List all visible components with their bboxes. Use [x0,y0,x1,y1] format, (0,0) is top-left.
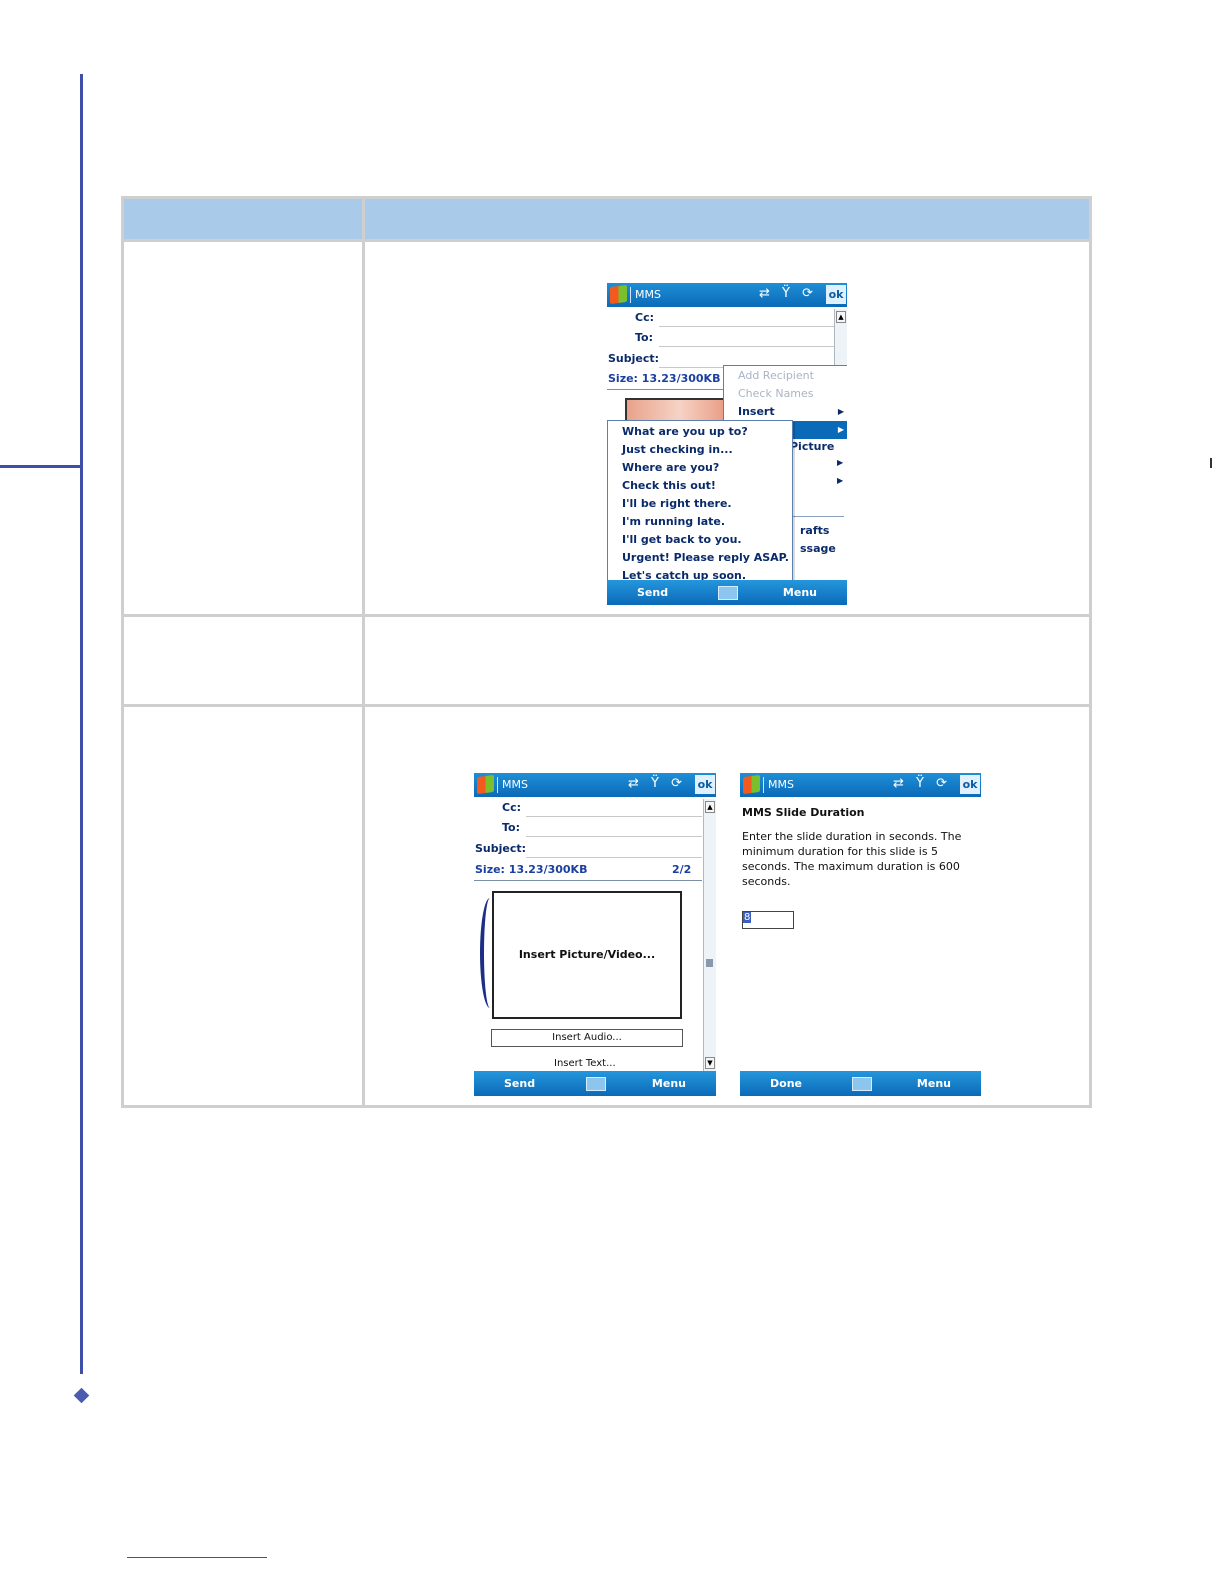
my-text-item[interactable]: I'll be right there. [608,495,792,513]
cc-label: Cc: [635,311,654,324]
my-text-item[interactable]: Urgent! Please reply ASAP. [608,549,792,567]
dialog-instructions: Enter the slide duration in seconds. The… [742,830,962,888]
instruction-table: MMS ⇄ Ÿ ⟳ ok Cc: To: Subject: Size: 13.2… [121,196,1092,1108]
edge-tick-mark [1210,458,1212,468]
menu-item-add-recipient[interactable]: Add Recipient [724,367,847,385]
softkey-bar: Send Menu [474,1071,716,1096]
insert-text-button[interactable]: Insert Text... [554,1058,616,1069]
app-title: MMS [635,288,661,301]
scroll-up-arrow[interactable]: ▲ [705,801,715,813]
table-cell [121,239,365,617]
subject-label: Subject: [475,842,527,855]
to-field[interactable] [526,836,702,837]
my-text-submenu: What are you up to? Just checking in... … [607,420,793,590]
page-margin-rule [80,74,83,1374]
title-bar: MMS ⇄ Ÿ ⟳ ok [740,773,981,797]
keyboard-icon[interactable] [718,586,738,600]
scrollbar[interactable]: ▲ ▼ [703,799,716,1071]
page-section-marker [0,465,83,468]
softkey-bar: Done Menu [740,1071,981,1096]
message-size: Size: 13.23/300KB [608,372,721,385]
ok-button[interactable]: ok [826,285,846,304]
slide-duration-screen: MMS ⇄ Ÿ ⟳ ok MMS Slide Duration Enter th… [740,773,981,1096]
menu-softkey[interactable]: Menu [652,1077,686,1090]
submenu-arrow-icon: ▶ [837,458,844,467]
to-label: To: [635,331,653,344]
table-header-cell [362,196,1092,242]
menu-softkey[interactable]: Menu [783,586,817,599]
status-icons: ⇄ Ÿ ⟳ [893,776,951,791]
my-text-item[interactable]: I'm running late. [608,513,792,531]
duration-input[interactable]: 8 [742,911,794,929]
my-text-item[interactable]: I'll get back to you. [608,531,792,549]
subject-label: Subject: [608,352,660,365]
table-cell [362,614,1092,707]
table-cell [121,704,365,1108]
slide-counter: 2/2 [672,863,692,876]
title-bar: MMS ⇄ Ÿ ⟳ ok [607,283,847,307]
table-row: MMS ⇄ Ÿ ⟳ ok Cc: To: Subject: Size: 13.2… [121,704,1092,1108]
softkey-bar: Send Menu [607,580,847,605]
table-cell: MMS ⇄ Ÿ ⟳ ok Cc: To: Subject: Size: 13.2… [362,239,1092,617]
diamond-bullet-icon [73,1387,90,1404]
windows-start-icon[interactable] [743,774,760,795]
dialog-title: MMS Slide Duration [742,806,865,819]
ok-button[interactable]: ok [960,775,980,794]
menu-item-save-drafts-partial[interactable]: rafts [800,524,829,537]
title-bar: MMS ⇄ Ÿ ⟳ ok [474,773,716,797]
menu-item-picture-partial[interactable]: Picture [790,440,834,453]
done-softkey[interactable]: Done [770,1077,802,1090]
table-cell [121,614,365,707]
to-label: To: [502,821,520,834]
ok-button[interactable]: ok [695,775,715,794]
footer-rule [127,1557,267,1558]
windows-start-icon[interactable] [477,774,494,795]
scroll-up-arrow[interactable]: ▲ [836,311,846,323]
cc-field[interactable] [659,326,835,327]
scrollbar[interactable]: ▲ [834,309,847,369]
mms-compose-screen: MMS ⇄ Ÿ ⟳ ok Cc: To: Subject: Size: 13.2… [607,283,847,605]
windows-start-icon[interactable] [610,284,627,305]
app-title: MMS [502,778,528,791]
status-icons: ⇄ Ÿ ⟳ [759,286,817,301]
my-text-item[interactable]: What are you up to? [608,423,792,441]
table-cell: MMS ⇄ Ÿ ⟳ ok Cc: To: Subject: Size: 13.2… [362,704,1092,1108]
app-title: MMS [768,778,794,791]
insert-audio-button[interactable]: Insert Audio... [491,1029,683,1047]
subject-field[interactable] [526,857,702,858]
insert-picture-placeholder[interactable]: Insert Picture/Video... [492,891,682,1019]
scroll-down-arrow[interactable]: ▼ [705,1057,715,1069]
cc-field[interactable] [526,816,702,817]
mms-slide-screen: MMS ⇄ Ÿ ⟳ ok Cc: To: Subject: Size: 13.2… [474,773,716,1096]
my-text-item[interactable]: Where are you? [608,459,792,477]
send-softkey[interactable]: Send [504,1077,535,1090]
submenu-arrow-icon: ▶ [837,476,844,485]
submenu-arrow-icon: ▶ [837,425,844,434]
menu-item-check-names[interactable]: Check Names [724,385,847,403]
table-header-row [121,196,1092,242]
send-softkey[interactable]: Send [637,586,668,599]
my-text-item[interactable]: Check this out! [608,477,792,495]
table-row [121,614,1092,707]
message-size: Size: 13.23/300KB [475,863,588,876]
table-row: MMS ⇄ Ÿ ⟳ ok Cc: To: Subject: Size: 13.2… [121,239,1092,617]
submenu-arrow-icon: ▶ [837,407,844,416]
cc-label: Cc: [502,801,521,814]
to-field[interactable] [659,346,835,347]
keyboard-icon[interactable] [851,1077,872,1091]
status-icons: ⇄ Ÿ ⟳ [628,776,686,791]
menu-item-message-partial[interactable]: ssage [800,542,836,555]
menu-softkey[interactable]: Menu [917,1077,951,1090]
keyboard-icon[interactable] [586,1077,606,1091]
table-header-cell [121,196,365,242]
scroll-thumb[interactable] [706,959,713,967]
menu-item-insert[interactable]: Insert ▶ [724,403,847,421]
my-text-item[interactable]: Just checking in... [608,441,792,459]
